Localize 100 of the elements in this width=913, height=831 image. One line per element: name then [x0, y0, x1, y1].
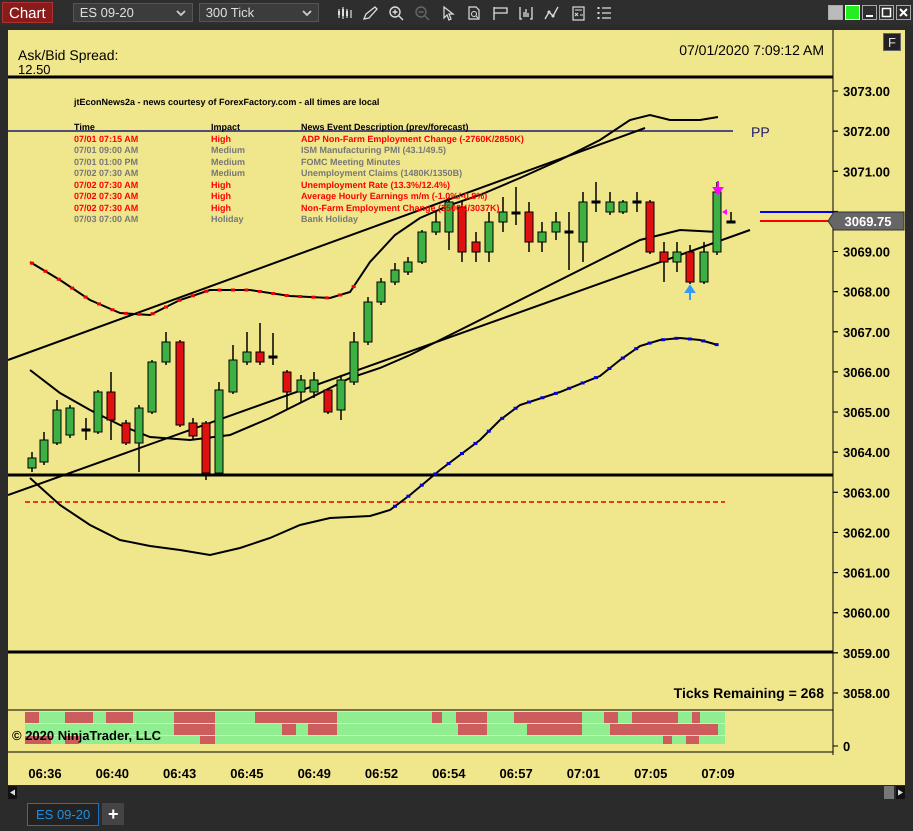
price-axis-label: 3065.00 — [843, 405, 890, 420]
news-time: 07/02 07:30 AM — [74, 202, 140, 214]
timestamp-text: 07/01/2020 7:09:12 AM — [679, 42, 824, 58]
price-axis-label: 3058.00 — [843, 686, 890, 701]
news-time: 07/01 07:15 AM — [74, 134, 140, 145]
candle — [578, 192, 588, 262]
candle — [228, 345, 238, 394]
candle — [376, 278, 386, 305]
candle — [94, 390, 102, 434]
scroll-right-icon[interactable] — [896, 786, 905, 799]
candle — [52, 400, 62, 445]
candle — [310, 372, 318, 398]
candle — [524, 202, 534, 252]
candle — [268, 333, 278, 365]
candle — [148, 360, 156, 414]
news-description: ADP Non-Farm Employment Change (-2760K/2850K) — [301, 134, 524, 145]
maximize-icon[interactable] — [879, 5, 894, 20]
candle — [686, 245, 694, 284]
candle — [82, 418, 90, 440]
time-axis-label: 07:01 — [566, 766, 600, 781]
last-price-tag: 3069.75 — [827, 212, 904, 230]
chart-tab[interactable]: ES 09-20 — [27, 802, 100, 826]
scroll-left-icon[interactable] — [8, 786, 17, 799]
candle — [202, 421, 210, 480]
price-axis-label: 3069.00 — [843, 244, 890, 260]
minimize-icon[interactable] — [862, 5, 877, 20]
candle — [242, 332, 252, 365]
scroll-thumb-icon[interactable] — [884, 786, 894, 799]
column-header: News Event Description (prev/forecast) — [301, 122, 470, 134]
time-axis-label: 06:54 — [432, 766, 466, 781]
candle — [672, 242, 682, 272]
price-axis-label: 3068.00 — [843, 284, 890, 300]
candle — [552, 212, 560, 240]
price-axis-label: 3060.00 — [843, 606, 890, 621]
news-impact: High — [211, 134, 232, 145]
candle — [538, 222, 546, 252]
candle — [498, 197, 508, 232]
price-axis-label: 3071.00 — [843, 164, 890, 180]
news-time: 07/02 07:30 AM — [74, 168, 140, 180]
news-time: 07/03 07:00 AM — [74, 214, 140, 226]
caret-icon — [176, 8, 186, 16]
news-time: 07/02 07:30 AM — [74, 191, 140, 202]
candle — [592, 182, 600, 212]
candle — [162, 332, 170, 365]
candle — [324, 388, 332, 414]
news-description: Bank Holiday — [301, 214, 360, 226]
candle — [364, 297, 372, 345]
candle — [256, 323, 264, 365]
time-axis-label: 06:43 — [162, 766, 196, 781]
time-axis-label: 06:40 — [96, 766, 129, 781]
candle — [512, 187, 520, 225]
price-axis-label: 3061.00 — [843, 566, 890, 581]
news-impact: Medium — [211, 168, 246, 180]
candle — [564, 212, 574, 270]
chart-title: Chart — [2, 2, 53, 23]
candle — [282, 370, 292, 410]
candle — [336, 375, 346, 420]
candle — [646, 200, 654, 254]
f-button[interactable]: F — [883, 33, 901, 51]
instrument-dropdown[interactable]: ES 09-20 — [72, 3, 193, 22]
candle — [390, 263, 400, 285]
candle — [106, 372, 116, 440]
price-axis-label: 3062.00 — [843, 525, 890, 540]
time-axis-label: 07:09 — [701, 766, 735, 781]
candle — [404, 257, 412, 275]
price-axis-label: 3059.00 — [843, 646, 890, 661]
news-description: Unemployment Rate (13.3%/12.4%) — [301, 180, 452, 191]
news-impact: High — [211, 202, 232, 214]
column-header: Impact — [211, 122, 242, 134]
pp-label: PP — [751, 124, 770, 140]
indicator-axis-label: 0 — [843, 739, 850, 754]
news-time: 07/01 09:00 AM — [74, 145, 140, 156]
spread-label: Ask/Bid Spread: — [18, 48, 118, 63]
caret-icon — [302, 8, 312, 16]
news-impact: Medium — [211, 145, 246, 156]
candle — [726, 212, 736, 224]
news-impact: Medium — [211, 156, 246, 168]
time-axis-label: 07:05 — [634, 766, 668, 781]
add-tab-button[interactable]: + — [102, 803, 124, 825]
column-header: Time — [74, 122, 96, 134]
time-axis-label: 06:52 — [364, 766, 398, 781]
price-axis-label: 3067.00 — [843, 324, 890, 340]
interval-dropdown[interactable]: 300 Tick — [198, 3, 319, 22]
news-impact: High — [211, 180, 232, 191]
news-time: 07/01 01:00 PM — [74, 156, 140, 168]
time-axis-label: 06:36 — [28, 766, 62, 781]
close-icon[interactable] — [896, 5, 911, 20]
news-title: jtEconNews2a - news courtesy of ForexFactory.com - all times are local — [74, 97, 380, 109]
price-axis-label: 3066.00 — [843, 364, 890, 380]
candle — [66, 405, 74, 438]
candle — [606, 192, 614, 215]
news-impact: Holiday — [211, 214, 245, 226]
time-axis-label: 06:45 — [230, 766, 264, 781]
up-arrow-icon — [685, 284, 695, 301]
left-arrow-icon — [722, 209, 727, 215]
time-axis-label: 06:49 — [298, 766, 331, 781]
price-axis-label: 3072.00 — [843, 124, 890, 140]
price-axis-label: 3073.00 — [843, 84, 890, 99]
news-impact: High — [211, 191, 232, 202]
spread-value: 12.50 — [18, 63, 51, 76]
